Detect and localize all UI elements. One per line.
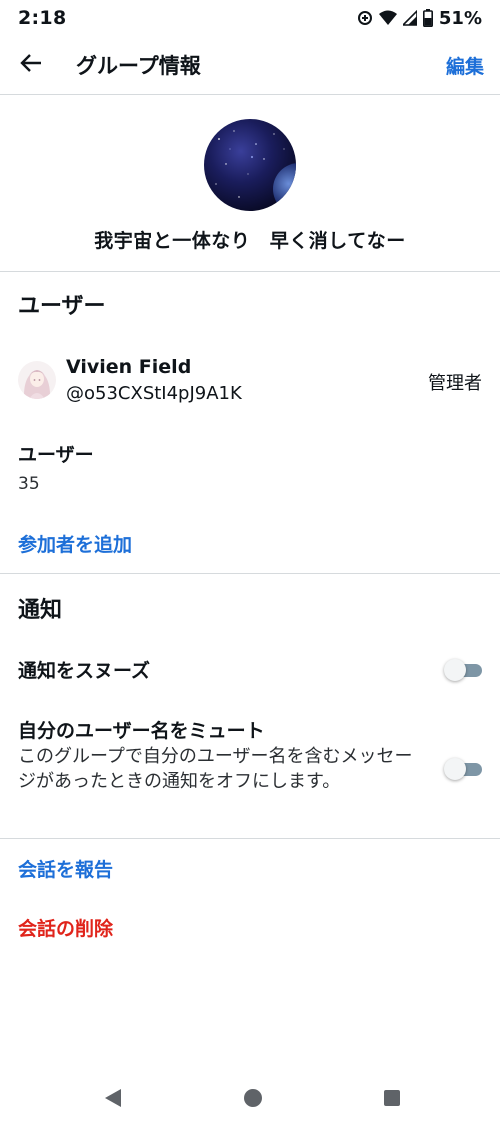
section-divider: [0, 271, 500, 272]
mute-username-toggle[interactable]: [444, 757, 482, 781]
status-time: 2:18: [18, 7, 67, 29]
section-divider: [0, 573, 500, 574]
member-role-badge: 管理者: [428, 373, 482, 394]
toggle-thumb: [444, 758, 466, 780]
toggle-thumb: [444, 659, 466, 681]
member-name: Vivien Field: [66, 356, 192, 378]
nav-home-icon[interactable]: [243, 1088, 263, 1112]
system-nav-bar: [0, 1074, 500, 1124]
snooze-label: 通知をスヌーズ: [18, 660, 151, 682]
battery-level: 51%: [438, 7, 482, 29]
status-bar: 2:18 51%: [0, 0, 500, 36]
mute-username-description: このグループで自分のユーザー名を含むメッセージがあったときの通知をオフにします。: [18, 746, 413, 792]
user-count-value: 35: [18, 474, 40, 494]
member-row[interactable]: Vivien Field @o53CXStI4pJ9A1K 管理者: [0, 352, 500, 410]
notifications-section-title: 通知: [18, 598, 63, 623]
cell-signal-icon: [402, 10, 417, 26]
nav-back-icon[interactable]: [104, 1088, 122, 1112]
report-conversation-button[interactable]: 会話を報告: [18, 855, 113, 882]
back-button[interactable]: [16, 50, 46, 80]
wifi-icon: [378, 10, 397, 26]
member-handle: @o53CXStI4pJ9A1K: [66, 383, 242, 404]
header: グループ情報 編集: [0, 36, 500, 94]
battery-icon: [422, 9, 433, 27]
section-divider: [0, 838, 500, 839]
header-divider: [0, 94, 500, 95]
data-saver-icon: [357, 10, 373, 26]
nav-recents-icon[interactable]: [383, 1089, 401, 1111]
users-section-title: ユーザー: [18, 294, 106, 319]
user-count-label: ユーザー: [18, 444, 94, 466]
page-title: グループ情報: [76, 54, 201, 78]
back-arrow-icon: [20, 53, 42, 77]
edit-button[interactable]: 編集: [446, 52, 484, 79]
delete-conversation-button[interactable]: 会話の削除: [18, 914, 113, 941]
group-avatar[interactable]: [204, 119, 296, 211]
group-name: 我宇宙と一体なり 早く消してなー: [94, 230, 406, 252]
snooze-toggle[interactable]: [444, 658, 482, 682]
avatar: [18, 361, 56, 399]
mute-username-label: 自分のユーザー名をミュート: [18, 720, 265, 742]
status-icons: 51%: [357, 8, 482, 29]
add-participant-button[interactable]: 参加者を追加: [18, 530, 132, 557]
